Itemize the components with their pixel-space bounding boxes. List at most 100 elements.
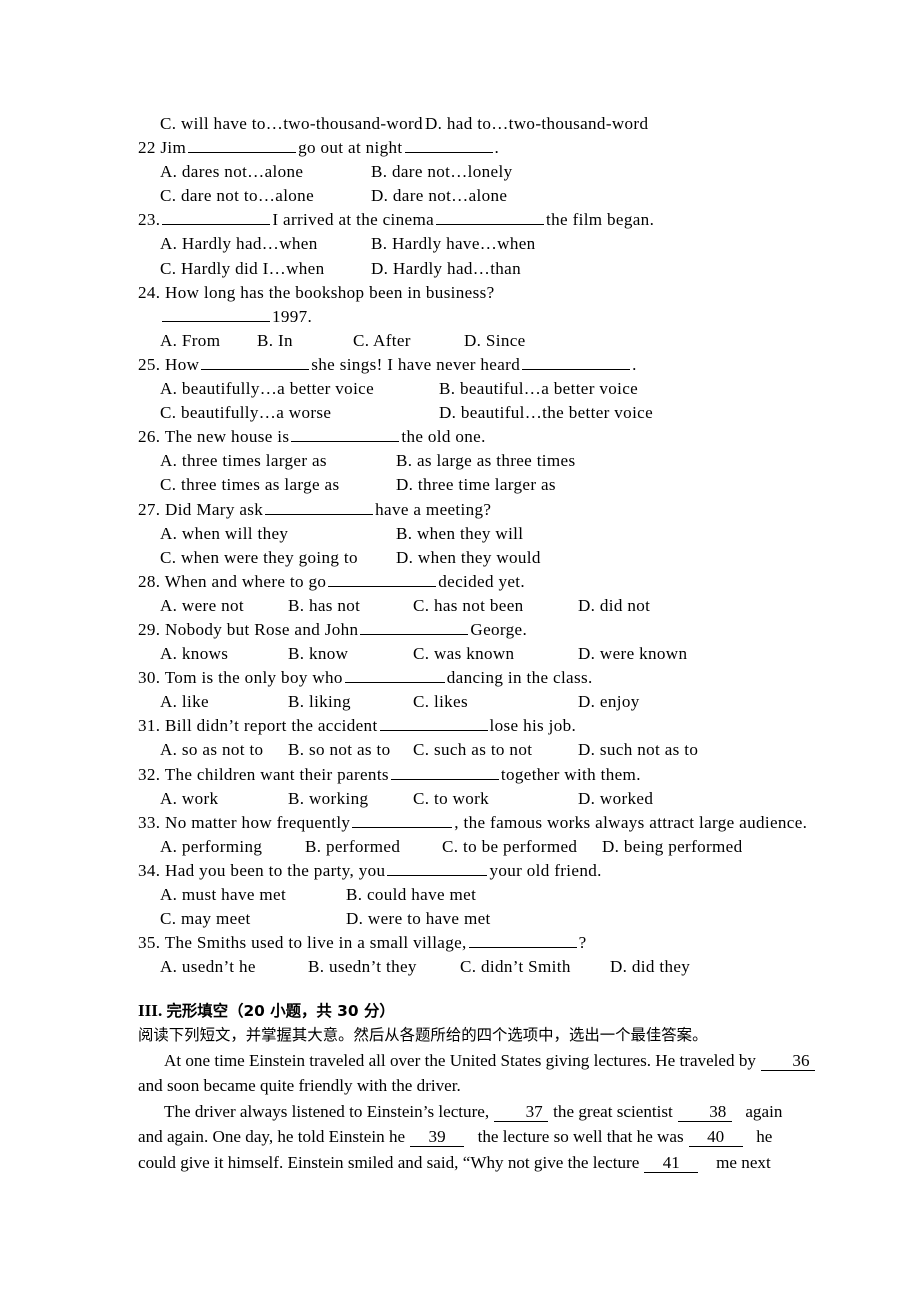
- option-b[interactable]: B. usedn’t they: [308, 955, 460, 979]
- cloze-blank-37[interactable]: 37: [494, 1102, 549, 1122]
- option-c[interactable]: C. to be performed: [442, 835, 602, 859]
- answer-blank[interactable]: [379, 715, 488, 732]
- answer-blank[interactable]: [352, 811, 453, 828]
- option-a[interactable]: A. Hardly had…when: [160, 232, 371, 256]
- option-d[interactable]: D. Since: [464, 329, 526, 353]
- option-d[interactable]: D. did not: [578, 594, 650, 618]
- option-b[interactable]: B. so not as to: [288, 738, 413, 762]
- answer-blank[interactable]: [387, 859, 488, 876]
- option-d[interactable]: D. did they: [610, 955, 690, 979]
- option-a[interactable]: A. were not: [160, 594, 288, 618]
- option-d[interactable]: D. when they would: [396, 546, 541, 570]
- cloze-blank-38[interactable]: 38: [677, 1102, 732, 1122]
- option-c[interactable]: C. when were they going to: [160, 546, 396, 570]
- answer-blank[interactable]: [360, 618, 469, 635]
- passage-paragraph-2-line-1: The driver always listened to Einstein’s…: [138, 1099, 838, 1124]
- option-c[interactable]: C. was known: [413, 642, 578, 666]
- question-text-23a: I arrived at the cinema: [272, 210, 435, 230]
- options-row-22-ab: A. dares not…alone B. dare not…lonely: [138, 160, 838, 184]
- question-text-30a: Tom is the only boy who: [164, 668, 343, 688]
- option-d[interactable]: D. Hardly had…than: [371, 257, 521, 281]
- answer-blank[interactable]: [522, 353, 631, 370]
- question-text-24b: 1997.: [272, 306, 313, 326]
- option-c[interactable]: C. likes: [413, 690, 578, 714]
- option-d[interactable]: D. being performed: [602, 835, 743, 859]
- answer-blank[interactable]: [265, 498, 374, 515]
- option-c[interactable]: C. may meet: [160, 907, 346, 931]
- answer-blank[interactable]: [201, 353, 310, 370]
- option-a[interactable]: A. dares not…alone: [160, 160, 371, 184]
- option-a[interactable]: A. like: [160, 690, 288, 714]
- answer-blank[interactable]: [291, 426, 400, 443]
- option-d[interactable]: D. had to…two-thousand-word: [425, 112, 648, 136]
- option-c[interactable]: C. to work: [413, 787, 578, 811]
- option-c[interactable]: C. After: [353, 329, 464, 353]
- option-a[interactable]: A. performing: [160, 835, 305, 859]
- option-d[interactable]: D. were known: [578, 642, 687, 666]
- option-b[interactable]: B. as large as three times: [396, 449, 575, 473]
- cloze-blank-39[interactable]: 39: [410, 1128, 465, 1148]
- answer-blank[interactable]: [162, 305, 270, 322]
- option-b[interactable]: B. has not: [288, 594, 413, 618]
- option-b[interactable]: B. working: [288, 787, 413, 811]
- question-stem-26: 26. The new house is the old one.: [138, 425, 838, 449]
- option-d[interactable]: D. worked: [578, 787, 653, 811]
- cloze-blank-40[interactable]: 40: [688, 1128, 743, 1148]
- cloze-blank-41[interactable]: 41: [644, 1153, 699, 1173]
- option-b[interactable]: B. dare not…lonely: [371, 160, 512, 184]
- option-c[interactable]: C. has not been: [413, 594, 578, 618]
- answer-blank[interactable]: [162, 209, 271, 226]
- option-d[interactable]: D. enjoy: [578, 690, 640, 714]
- option-d[interactable]: D. beautiful…the better voice: [439, 401, 653, 425]
- option-c[interactable]: C. Hardly did I…when: [160, 257, 371, 281]
- option-b[interactable]: B. know: [288, 642, 413, 666]
- answer-blank[interactable]: [404, 136, 493, 154]
- option-a[interactable]: A. beautifully…a better voice: [160, 377, 439, 401]
- option-b[interactable]: B. In: [257, 329, 353, 353]
- option-b[interactable]: B. performed: [305, 835, 442, 859]
- passage-text: the lecture so well that he was: [477, 1127, 684, 1147]
- question-text-35a: The Smiths used to live in a small villa…: [164, 933, 467, 953]
- passage-text: the great scientist: [553, 1101, 673, 1121]
- option-c[interactable]: C. beautifully…a worse: [160, 401, 439, 425]
- option-c[interactable]: C. will have to…two-thousand-word: [160, 112, 425, 136]
- options-row-33: A. performing B. performed C. to be perfor…: [138, 835, 838, 859]
- answer-blank[interactable]: [328, 570, 437, 587]
- option-b[interactable]: B. liking: [288, 690, 413, 714]
- answer-blank[interactable]: [188, 136, 297, 154]
- option-c[interactable]: C. dare not to…alone: [160, 184, 371, 208]
- question-text-22b: go out at night: [298, 138, 403, 158]
- answer-blank[interactable]: [390, 763, 499, 780]
- page-content: C. will have to…two-thousand-word D. had …: [138, 112, 838, 1175]
- question-stem-24: 24. How long has the bookshop been in bu…: [138, 281, 838, 305]
- option-a[interactable]: A. three times larger as: [160, 449, 396, 473]
- section-title-cn: 完形填空（20 小题，共 30 分）: [166, 1002, 395, 1021]
- option-a[interactable]: A. when will they: [160, 522, 396, 546]
- option-b[interactable]: B. Hardly have…when: [371, 232, 536, 256]
- option-a[interactable]: A. From: [160, 329, 257, 353]
- answer-blank[interactable]: [436, 209, 545, 226]
- option-d[interactable]: D. three time larger as: [396, 473, 556, 497]
- option-c[interactable]: C. three times as large as: [160, 473, 396, 497]
- option-a[interactable]: A. must have met: [160, 883, 346, 907]
- option-b[interactable]: B. when they will: [396, 522, 523, 546]
- answer-blank[interactable]: [468, 931, 577, 949]
- option-a[interactable]: A. work: [160, 787, 288, 811]
- option-b[interactable]: B. beautiful…a better voice: [439, 377, 638, 401]
- cloze-blank-36[interactable]: 36: [760, 1052, 815, 1072]
- option-a[interactable]: A. so as not to: [160, 738, 288, 762]
- option-b[interactable]: B. could have met: [346, 883, 476, 907]
- option-d[interactable]: D. such not as to: [578, 738, 698, 762]
- passage-paragraph-2-line-2: and again. One day, he told Einstein he 3…: [138, 1124, 838, 1149]
- option-d[interactable]: D. dare not…alone: [371, 184, 507, 208]
- answer-blank[interactable]: [344, 666, 445, 684]
- option-d[interactable]: D. were to have met: [346, 907, 491, 931]
- option-a[interactable]: A. knows: [160, 642, 288, 666]
- options-row-25-cd: C. beautifully…a worse D. beautiful…the b…: [138, 401, 838, 425]
- question-text-34a: Had you been to the party, you: [165, 860, 386, 880]
- question-number-23: 23.: [138, 210, 161, 230]
- option-c[interactable]: C. didn’t Smith: [460, 955, 610, 979]
- question-number-31: 31.: [138, 716, 161, 736]
- option-a[interactable]: A. usedn’t he: [160, 955, 308, 979]
- option-c[interactable]: C. such as to not: [413, 738, 578, 762]
